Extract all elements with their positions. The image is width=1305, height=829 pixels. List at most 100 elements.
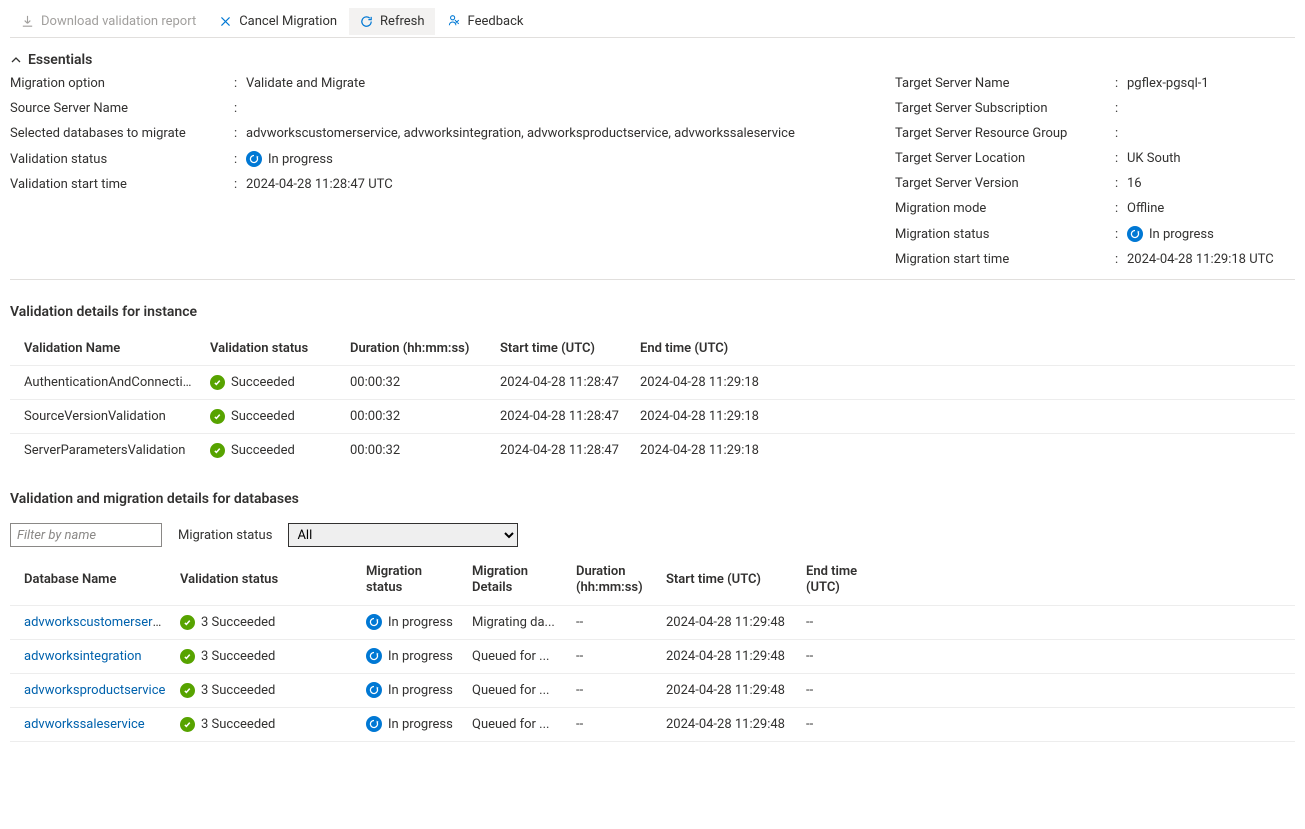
in-progress-icon	[366, 716, 382, 732]
migration-option-label: Migration option	[10, 76, 234, 91]
validation-end: 2024-04-28 11:29:18	[640, 409, 780, 424]
in-progress-icon	[366, 682, 382, 698]
col-validation-status[interactable]: Validation status	[210, 341, 350, 356]
validation-duration: 00:00:32	[350, 409, 500, 424]
validation-status: Succeeded	[210, 409, 350, 424]
col-db-start[interactable]: Start time (UTC)	[666, 572, 806, 588]
feedback-button[interactable]: Feedback	[437, 8, 534, 35]
migration-status-filter-label: Migration status	[178, 528, 272, 543]
col-db-end[interactable]: End time (UTC)	[806, 564, 906, 597]
instance-validation-table: Validation Name Validation status Durati…	[10, 332, 1295, 467]
success-icon	[180, 649, 195, 664]
database-name: advworksintegration	[10, 649, 180, 664]
database-name: advworksproductservice	[10, 683, 180, 698]
migration-status-label: Migration status	[895, 227, 1115, 242]
success-icon	[210, 375, 225, 390]
migration-start-time-value: 2024-04-28 11:29:18 UTC	[1127, 252, 1295, 267]
essentials-toggle[interactable]: Essentials	[10, 52, 1295, 76]
db-start-time: 2024-04-28 11:29:48	[666, 683, 806, 698]
target-server-name-value: pgflex-pgsql-1	[1127, 76, 1295, 91]
success-icon	[180, 683, 195, 698]
validation-end: 2024-04-28 11:29:18	[640, 375, 780, 390]
migration-start-time-label: Migration start time	[895, 252, 1115, 267]
validation-start: 2024-04-28 11:28:47	[500, 375, 640, 390]
db-duration: --	[576, 649, 666, 664]
db-migration-details: Queued for ...	[472, 649, 576, 664]
col-database-name[interactable]: Database Name	[10, 572, 180, 588]
cancel-migration-button[interactable]: Cancel Migration	[208, 8, 347, 35]
in-progress-icon	[1127, 226, 1143, 242]
db-validation-status: 3 Succeeded	[180, 717, 366, 732]
target-server-subscription-label: Target Server Subscription	[895, 101, 1115, 116]
migration-status-value: In progress	[1149, 227, 1214, 242]
success-icon	[180, 717, 195, 732]
table-row: advworksintegration 3 SucceededIn progres…	[10, 640, 1295, 674]
close-icon	[218, 14, 233, 29]
database-name: advworkscustomerservice	[10, 615, 180, 630]
feedback-label: Feedback	[468, 14, 524, 29]
database-filter-row: Migration status All	[10, 523, 1295, 547]
validation-name: AuthenticationAndConnectivi...	[10, 375, 210, 390]
essentials-title: Essentials	[28, 52, 92, 68]
target-server-version-label: Target Server Version	[895, 176, 1115, 191]
db-migration-details: Queued for ...	[472, 717, 576, 732]
validation-duration: 00:00:32	[350, 443, 500, 458]
download-validation-report-button: Download validation report	[10, 8, 206, 35]
database-link[interactable]: advworksproductservice	[24, 683, 165, 698]
migration-mode-value: Offline	[1127, 201, 1295, 216]
database-link[interactable]: advworkscustomerservice	[24, 615, 176, 630]
validation-status: Succeeded	[210, 443, 350, 458]
selected-databases-label: Selected databases to migrate	[10, 126, 234, 141]
col-migration-status[interactable]: Migration status	[366, 564, 472, 597]
in-progress-icon	[366, 648, 382, 664]
db-migration-details: Migrating da...	[472, 615, 576, 630]
validation-name: ServerParametersValidation	[10, 443, 210, 458]
refresh-button[interactable]: Refresh	[349, 8, 434, 35]
refresh-label: Refresh	[380, 14, 424, 29]
validation-start: 2024-04-28 11:28:47	[500, 443, 640, 458]
success-icon	[210, 443, 225, 458]
validation-end: 2024-04-28 11:29:18	[640, 443, 780, 458]
table-row: SourceVersionValidationSucceeded00:00:32…	[10, 399, 1295, 433]
db-migration-status: In progress	[366, 682, 472, 698]
validation-status-label: Validation status	[10, 152, 234, 167]
validation-start-time-value: 2024-04-28 11:28:47 UTC	[246, 177, 863, 192]
validation-start-time-label: Validation start time	[10, 177, 234, 192]
refresh-icon	[359, 14, 374, 29]
db-duration: --	[576, 615, 666, 630]
database-link[interactable]: advworkssaleservice	[24, 717, 145, 732]
migration-option-value: Validate and Migrate	[246, 76, 863, 91]
col-start-time[interactable]: Start time (UTC)	[500, 341, 640, 356]
in-progress-icon	[366, 614, 382, 630]
cancel-migration-label: Cancel Migration	[239, 14, 337, 29]
database-details-table: Database Name Validation status Migratio…	[10, 555, 1295, 742]
db-validation-status: 3 Succeeded	[180, 649, 366, 664]
validation-name: SourceVersionValidation	[10, 409, 210, 424]
col-migration-details[interactable]: Migration Details	[472, 564, 576, 597]
db-end-time: --	[806, 649, 906, 664]
success-icon	[210, 409, 225, 424]
essentials-section: Essentials Migration option : Validate a…	[10, 38, 1295, 280]
db-validation-status: 3 Succeeded	[180, 683, 366, 698]
migration-status-filter-select[interactable]: All	[288, 523, 518, 547]
feedback-icon	[447, 14, 462, 29]
db-start-time: 2024-04-28 11:29:48	[666, 649, 806, 664]
database-link[interactable]: advworksintegration	[24, 649, 142, 664]
db-end-time: --	[806, 615, 906, 630]
db-duration: --	[576, 683, 666, 698]
db-migration-status: In progress	[366, 716, 472, 732]
col-validation-name[interactable]: Validation Name	[10, 341, 210, 356]
filter-by-name-input[interactable]	[10, 523, 162, 547]
col-duration[interactable]: Duration (hh:mm:ss)	[350, 341, 500, 356]
db-migration-status: In progress	[366, 648, 472, 664]
col-db-duration[interactable]: Duration (hh:mm:ss)	[576, 564, 666, 597]
database-name: advworkssaleservice	[10, 717, 180, 732]
instance-validation-title: Validation details for instance	[10, 304, 1295, 320]
validation-duration: 00:00:32	[350, 375, 500, 390]
database-details-title: Validation and migration details for dat…	[10, 491, 1295, 507]
chevron-up-icon	[10, 54, 22, 66]
col-validation-status[interactable]: Validation status	[180, 572, 366, 588]
download-report-label: Download validation report	[41, 14, 196, 29]
col-end-time[interactable]: End time (UTC)	[640, 341, 780, 356]
target-server-location-value: UK South	[1127, 151, 1295, 166]
